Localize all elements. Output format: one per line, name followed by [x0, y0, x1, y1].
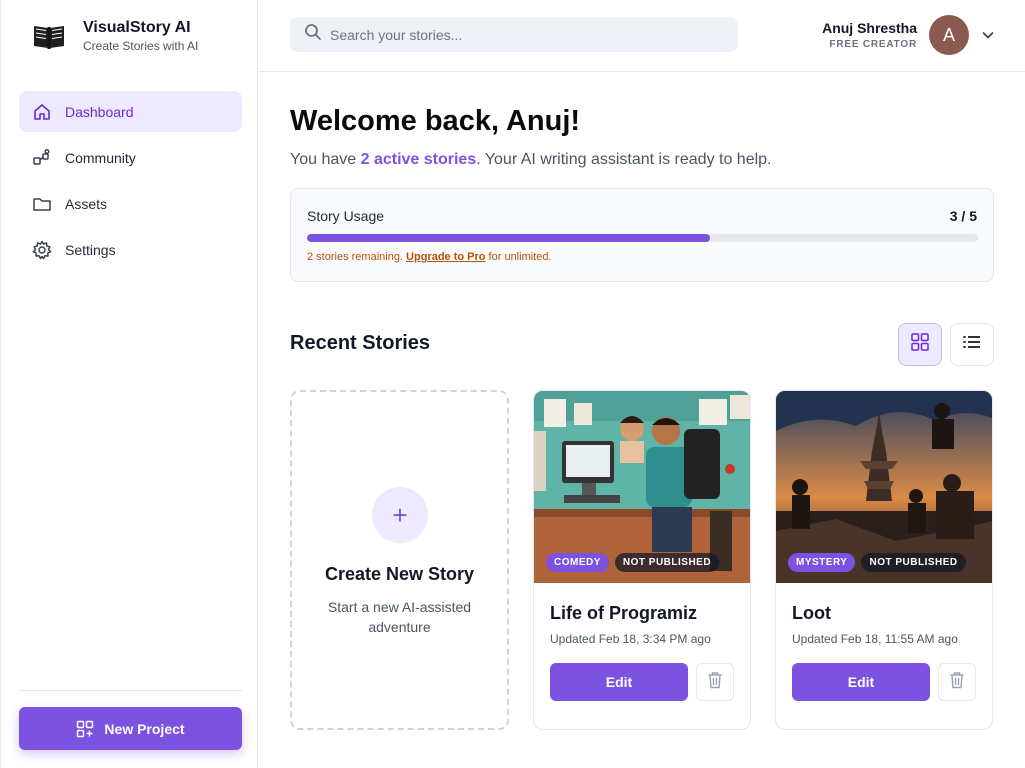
sidebar-item-label: Assets	[65, 195, 108, 212]
usage-note-suffix: for unlimited.	[485, 251, 552, 263]
sidebar-item-label: Settings	[65, 241, 116, 258]
search-icon	[304, 23, 322, 46]
sidebar-nav: Dashboard Community Assets Settings	[19, 91, 242, 275]
user-menu[interactable]: Anuj Shrestha FREE CREATOR A	[822, 15, 995, 55]
usage-progress-fill	[307, 234, 710, 242]
create-story-subtitle: Start a new AI-assisted adventure	[327, 599, 472, 635]
trash-icon	[949, 671, 965, 694]
sidebar-item-label: Community	[65, 149, 136, 166]
story-cover-image: COMEDY NOT PUBLISHED	[534, 391, 750, 583]
welcome-sub-suffix: . Your AI writing assistant is ready to …	[476, 151, 772, 168]
brand-title: VisualStory AI	[83, 19, 191, 36]
usage-count: 3 / 5	[949, 208, 977, 224]
story-card[interactable]: COMEDY NOT PUBLISHED Life of Programiz U…	[533, 390, 751, 730]
genre-badge: MYSTERY	[788, 553, 856, 572]
community-icon	[32, 148, 52, 168]
search-bar[interactable]	[290, 17, 738, 52]
plus-icon: +	[372, 487, 428, 543]
grid-icon	[910, 332, 930, 357]
page-title: Welcome back, Anuj!	[290, 105, 581, 137]
list-view-button[interactable]	[950, 323, 994, 366]
new-project-label: New Project	[104, 720, 185, 737]
story-title[interactable]: Life of Programiz	[550, 603, 697, 624]
grid-view-button[interactable]	[898, 323, 942, 366]
brand[interactable]: VisualStory AI Create Stories with AI	[31, 18, 198, 54]
brand-subtitle: Create Stories with AI	[83, 39, 199, 53]
add-project-icon	[76, 720, 94, 738]
story-usage-panel: Story Usage 3 / 5 2 stories remaining. U…	[290, 188, 994, 282]
top-header: Anuj Shrestha FREE CREATOR A	[258, 0, 1025, 72]
story-title[interactable]: Loot	[792, 603, 831, 624]
sidebar-item-label: Dashboard	[65, 103, 134, 120]
gear-icon	[32, 240, 52, 260]
usage-note: 2 stories remaining. Upgrade to Pro for …	[307, 251, 552, 263]
delete-button[interactable]	[938, 663, 976, 701]
sidebar-item-assets[interactable]: Assets	[19, 183, 242, 224]
sidebar-item-settings[interactable]: Settings	[19, 229, 242, 270]
folder-icon	[32, 194, 52, 214]
new-project-button[interactable]: New Project	[19, 707, 242, 750]
home-icon	[32, 102, 52, 122]
create-story-title: Create New Story	[324, 564, 475, 584]
edit-button[interactable]: Edit	[792, 663, 930, 701]
story-cover-image: MYSTERY NOT PUBLISHED	[776, 391, 992, 583]
status-badge: NOT PUBLISHED	[614, 553, 720, 572]
usage-progress-bar	[307, 234, 978, 242]
divider	[19, 690, 242, 691]
welcome-sub-prefix: You have	[290, 151, 361, 168]
search-input[interactable]	[330, 26, 710, 43]
list-icon	[962, 332, 982, 357]
story-updated: Updated Feb 18, 11:55 AM ago	[792, 632, 958, 646]
usage-title: Story Usage	[307, 208, 385, 224]
usage-note-prefix: 2 stories remaining.	[307, 251, 407, 263]
welcome-subtitle: You have 2 active stories. Your AI writi…	[290, 151, 772, 169]
upgrade-link[interactable]: Upgrade to Pro	[406, 251, 485, 263]
sidebar-item-community[interactable]: Community	[19, 137, 242, 178]
active-stories-count: 2 active stories	[360, 151, 477, 168]
book-icon	[31, 18, 67, 54]
user-name: Anuj Shrestha	[822, 20, 917, 36]
story-updated: Updated Feb 18, 3:34 PM ago	[550, 632, 711, 646]
edit-button[interactable]: Edit	[550, 663, 688, 701]
recent-stories-heading: Recent Stories	[290, 332, 431, 354]
genre-badge: COMEDY	[546, 553, 609, 572]
delete-button[interactable]	[696, 663, 734, 701]
user-plan: FREE CREATOR	[829, 39, 917, 50]
story-card[interactable]: MYSTERY NOT PUBLISHED Loot Updated Feb 1…	[775, 390, 993, 730]
status-badge: NOT PUBLISHED	[861, 553, 966, 572]
chevron-down-icon[interactable]	[981, 28, 995, 42]
sidebar-item-dashboard[interactable]: Dashboard	[19, 91, 242, 132]
avatar[interactable]: A	[929, 15, 969, 55]
create-new-story-card[interactable]: + Create New Story Start a new AI-assist…	[290, 390, 509, 730]
trash-icon	[707, 671, 723, 694]
sidebar: VisualStory AI Create Stories with AI Da…	[0, 0, 258, 768]
